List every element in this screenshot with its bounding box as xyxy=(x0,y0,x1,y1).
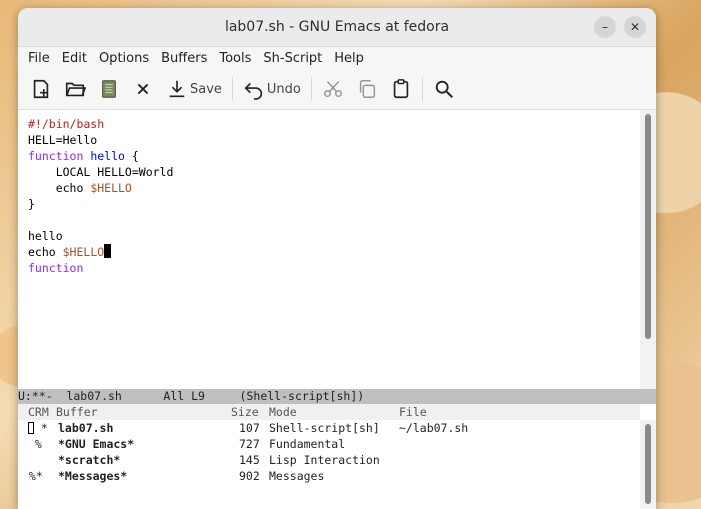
buffer-row[interactable]: * lab07.sh 107 Shell-script[sh] ~/lab07.… xyxy=(18,420,640,436)
close-window-button[interactable]: ✕ xyxy=(624,16,646,38)
mode-line-text: U:**- lab07.sh All L9 (Shell-script[sh]) xyxy=(18,389,365,403)
toolbar-separator xyxy=(310,77,312,101)
menu-sh-script[interactable]: Sh-Script xyxy=(257,51,328,66)
open-folder-icon xyxy=(65,82,86,97)
header-file: File xyxy=(399,405,427,419)
buffer-row[interactable]: % *GNU Emacs* 727 Fundamental xyxy=(18,436,640,452)
code-line: function xyxy=(18,260,640,276)
emacs-window: lab07.sh - GNU Emacs at fedora – ✕ File … xyxy=(18,8,656,509)
buffer-crm: % xyxy=(28,437,42,451)
code-text: echo xyxy=(28,181,91,195)
menu-help[interactable]: Help xyxy=(328,51,370,66)
buffer-size: 107 xyxy=(239,421,260,435)
new-file-icon xyxy=(33,79,49,99)
menu-bar: File Edit Options Buffers Tools Sh-Scrip… xyxy=(18,47,656,69)
toolbar-separator xyxy=(421,77,423,101)
save-button[interactable]: Save xyxy=(160,74,228,104)
code-text: hello xyxy=(28,229,63,243)
code-text: { xyxy=(124,149,139,163)
variable: $HELLO xyxy=(62,245,105,259)
toolbar: Save Undo xyxy=(18,69,656,110)
text-cursor xyxy=(104,244,112,258)
copy-icon xyxy=(359,80,375,98)
minimize-icon: – xyxy=(602,20,608,34)
function-name: hello xyxy=(90,149,125,163)
close-icon xyxy=(137,83,149,95)
title-bar: lab07.sh - GNU Emacs at fedora – ✕ xyxy=(18,8,656,47)
buffer-size: 145 xyxy=(239,453,260,467)
buffer-name: *scratch* xyxy=(58,453,121,467)
undo-label: Undo xyxy=(266,81,301,97)
buffer-list-scroll-thumb[interactable] xyxy=(645,424,651,504)
open-file-button[interactable] xyxy=(58,74,92,104)
mode-line: U:**- lab07.sh All L9 (Shell-script[sh]) xyxy=(18,389,656,404)
buffer-file: ~/lab07.sh xyxy=(399,421,469,435)
save-label: Save xyxy=(190,81,222,97)
toolbar-separator xyxy=(231,77,233,101)
editor-scrollbar[interactable] xyxy=(640,110,656,389)
code-line: LOCAL HELLO=World xyxy=(18,164,640,180)
keyword: function xyxy=(28,149,84,163)
buffer-name: *GNU Emacs* xyxy=(58,437,135,451)
buffer-name: *Messages* xyxy=(58,469,128,483)
new-file-button[interactable] xyxy=(24,74,58,104)
close-buffer-button[interactable] xyxy=(126,74,160,104)
buffer-name: lab07.sh xyxy=(58,421,114,435)
editor-pane[interactable]: #!/bin/bash HELL=Hello function hello { … xyxy=(18,110,640,390)
buffer-mode: Messages xyxy=(269,469,325,483)
header-buffer: Buffer xyxy=(56,405,98,419)
code-text: echo xyxy=(28,245,63,259)
code-line: hello xyxy=(18,228,640,244)
paste-icon xyxy=(393,79,409,99)
close-icon: ✕ xyxy=(629,20,641,34)
code-line: #!/bin/bash xyxy=(18,116,640,132)
buffer-mode: Fundamental xyxy=(269,437,346,451)
code-line: echo $HELLO xyxy=(18,180,640,196)
code-line: echo $HELLO xyxy=(18,244,640,260)
buffer-mode: Lisp Interaction xyxy=(269,453,380,467)
buffer-list-scrollbar[interactable] xyxy=(640,420,656,509)
copy-button[interactable] xyxy=(350,74,384,104)
search-button[interactable] xyxy=(427,74,461,104)
dired-icon xyxy=(102,80,116,98)
header-crm: CRM xyxy=(28,405,49,419)
cut-button[interactable] xyxy=(316,74,350,104)
buffer-crm: %* xyxy=(22,469,43,483)
menu-buffers[interactable]: Buffers xyxy=(155,51,213,66)
buffer-row[interactable]: *scratch* 145 Lisp Interaction xyxy=(18,452,640,468)
code-text: HELL=Hello xyxy=(28,133,98,147)
dired-button[interactable] xyxy=(92,74,126,104)
variable: $HELLO xyxy=(90,181,132,195)
buffer-list-pane[interactable]: CRM Buffer Size Mode File * lab07.sh 107… xyxy=(18,404,640,509)
undo-icon xyxy=(244,82,262,100)
buffer-crm: * xyxy=(34,421,48,435)
buffer-size: 902 xyxy=(239,469,260,483)
code-text: LOCAL HELLO=World xyxy=(28,165,174,179)
code-line: function hello { xyxy=(18,148,640,164)
buffer-list-header: CRM Buffer Size Mode File xyxy=(18,404,640,420)
keyword: function xyxy=(28,261,84,275)
menu-file[interactable]: File xyxy=(22,51,56,66)
code-line: HELL=Hello xyxy=(18,132,640,148)
menu-tools[interactable]: Tools xyxy=(213,51,257,66)
buffer-size: 727 xyxy=(239,437,260,451)
header-mode: Mode xyxy=(269,405,297,419)
cut-icon xyxy=(323,81,342,98)
header-size: Size xyxy=(231,405,259,419)
save-icon xyxy=(169,80,185,98)
minimize-button[interactable]: – xyxy=(594,16,616,38)
editor-scroll-thumb[interactable] xyxy=(645,114,651,339)
undo-button[interactable]: Undo xyxy=(237,74,307,104)
buffer-row[interactable]: %* *Messages* 902 Messages xyxy=(18,468,640,484)
menu-edit[interactable]: Edit xyxy=(56,51,93,66)
paste-button[interactable] xyxy=(384,74,418,104)
shebang: #!/bin/bash xyxy=(28,117,105,131)
buffer-mode: Shell-script[sh] xyxy=(269,421,380,435)
window-title: lab07.sh - GNU Emacs at fedora xyxy=(224,19,450,35)
code-line: } xyxy=(18,196,640,212)
menu-options[interactable]: Options xyxy=(93,51,155,66)
code-text: } xyxy=(28,197,35,211)
search-icon xyxy=(435,80,453,98)
